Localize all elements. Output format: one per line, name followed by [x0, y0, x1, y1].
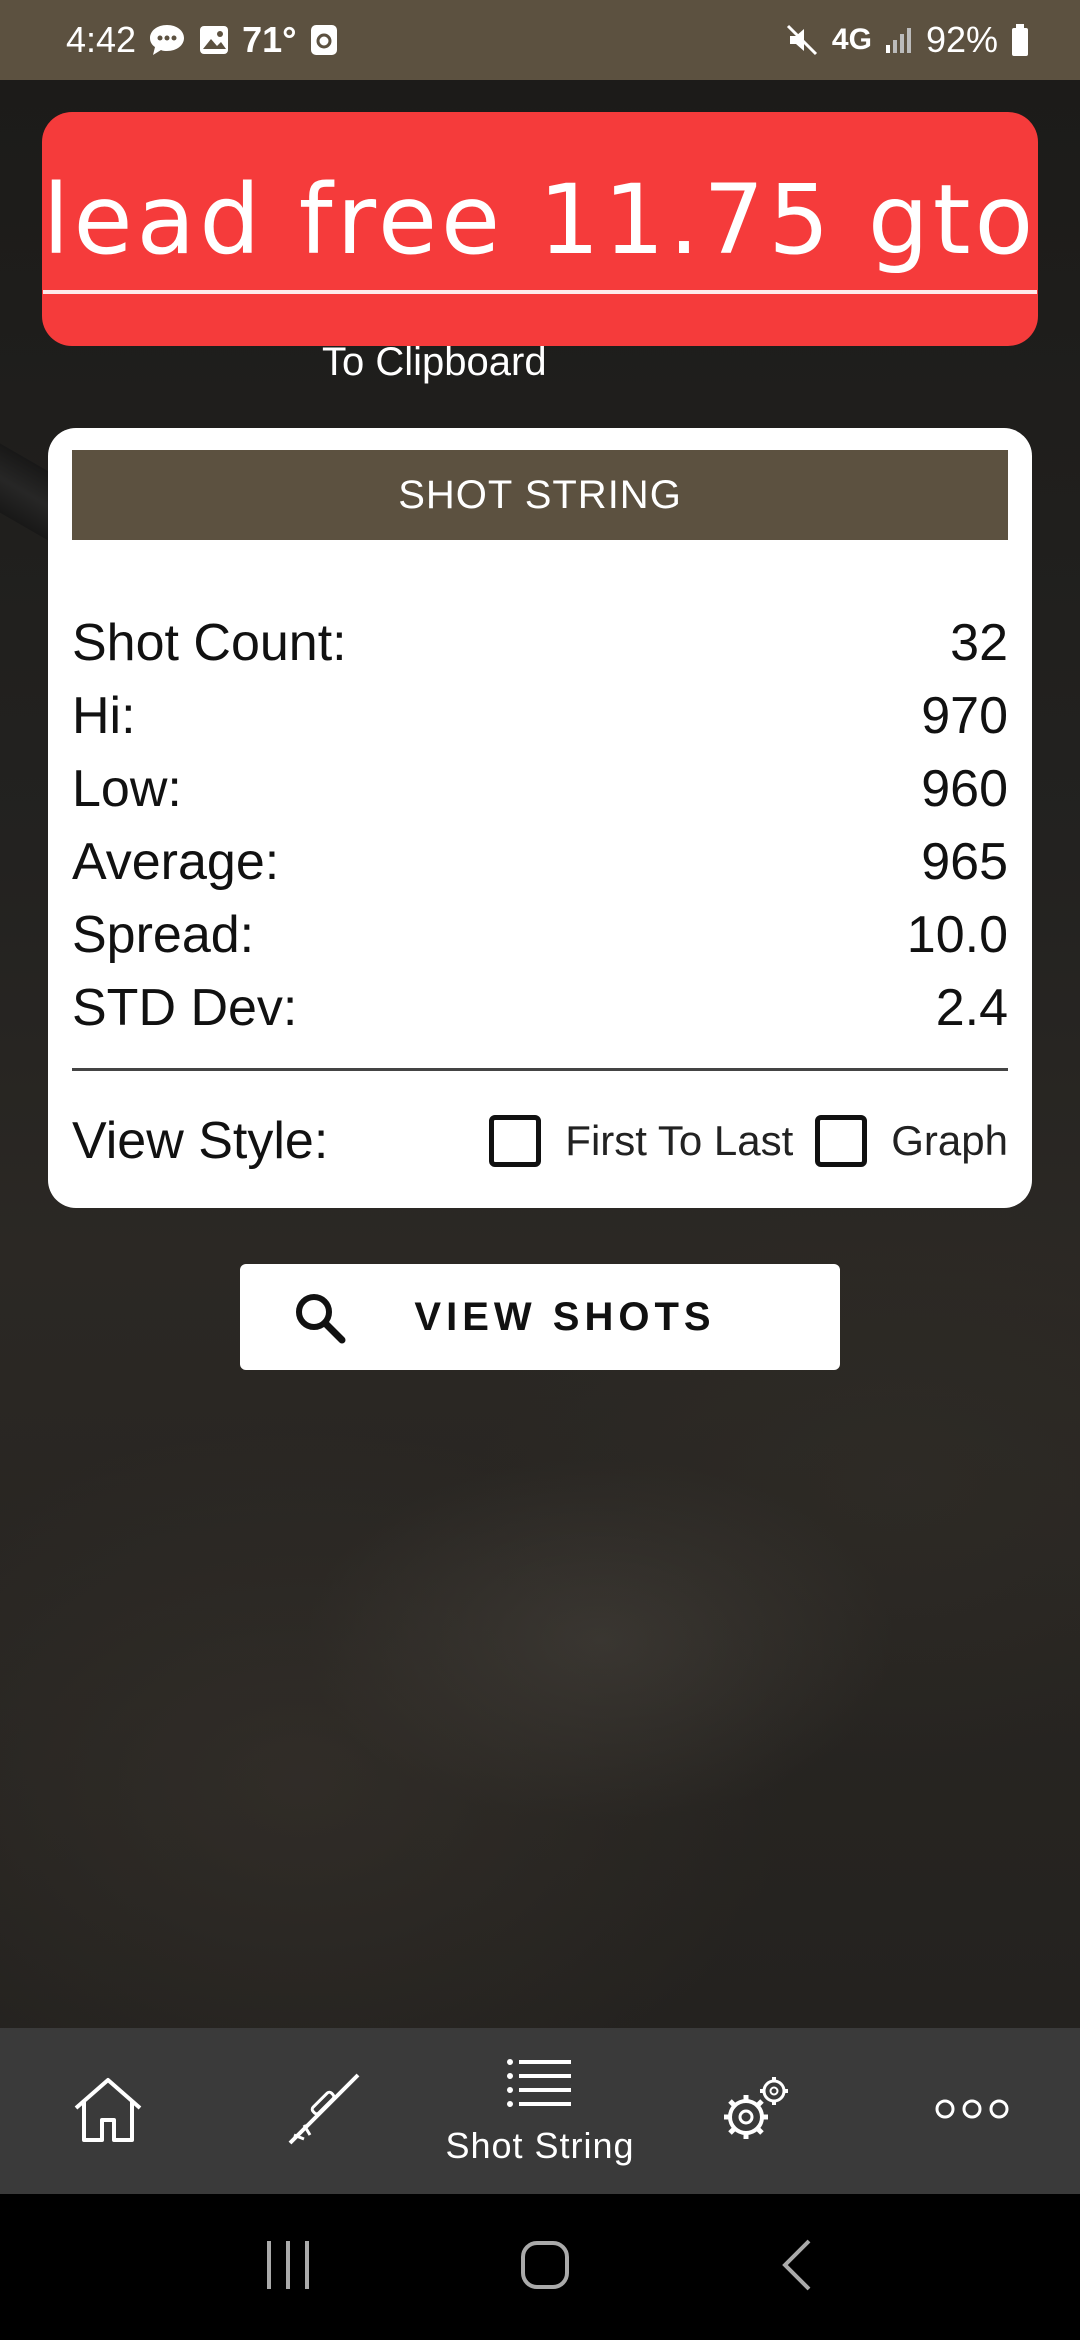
nav-shot-string[interactable]: Shot String	[432, 2028, 648, 2194]
battery-icon	[1010, 23, 1030, 57]
graph-checkbox[interactable]	[815, 1115, 868, 1167]
status-time: 4:42	[66, 19, 137, 60]
stat-label: Low:	[72, 759, 182, 818]
stat-value: 32	[950, 613, 1008, 672]
stat-label: STD Dev:	[72, 978, 298, 1037]
list-icon	[505, 2056, 575, 2115]
rifle-icon	[284, 2069, 364, 2154]
stat-value: 960	[921, 759, 1008, 818]
view-shots-button[interactable]: VIEW SHOTS	[240, 1264, 840, 1370]
more-icon	[934, 2097, 1010, 2126]
app-icon	[309, 23, 339, 57]
stat-row-spread: Spread: 10.0	[72, 898, 1008, 971]
stat-row-low: Low: 960	[72, 752, 1008, 825]
stat-label: Spread:	[72, 905, 255, 964]
graph-label: Graph	[891, 1117, 1008, 1164]
nav-home[interactable]	[0, 2028, 216, 2194]
stat-row-hi: Hi: 970	[72, 679, 1008, 752]
graph-option[interactable]: Graph	[815, 1115, 1008, 1167]
nav-shot-string-label: Shot String	[445, 2124, 635, 2166]
stat-row-shot-count: Shot Count: 32	[72, 606, 1008, 679]
recent-apps-icon[interactable]	[263, 2239, 313, 2296]
nav-settings[interactable]	[648, 2028, 864, 2194]
stat-label: Shot Count:	[72, 613, 347, 672]
signal-icon	[884, 25, 914, 55]
back-icon[interactable]	[777, 2237, 817, 2298]
stat-value: 965	[921, 832, 1008, 891]
stat-value: 10.0	[906, 905, 1008, 964]
shot-string-card: SHOT STRING Shot Count: 32 Hi: 970 Low: …	[48, 428, 1032, 1208]
stat-value: 970	[921, 686, 1008, 745]
nav-more[interactable]	[864, 2028, 1080, 2194]
view-style-label: View Style:	[72, 1112, 329, 1170]
stat-value: 2.4	[935, 978, 1008, 1037]
battery-percent: 92%	[925, 19, 998, 60]
view-shots-label: VIEW SHOTS	[414, 1294, 716, 1339]
stat-row-average: Average: 965	[72, 825, 1008, 898]
bottom-navigation: Shot String	[0, 2028, 1080, 2194]
stats-list: Shot Count: 32 Hi: 970 Low: 960 Average:…	[72, 606, 1008, 1044]
chat-icon	[148, 23, 186, 57]
card-header: SHOT STRING	[72, 450, 1008, 540]
divider	[72, 1068, 1008, 1071]
banner-title: lead free 11.75 gto	[42, 164, 1038, 294]
gears-icon	[716, 2069, 796, 2154]
mute-icon	[784, 22, 820, 58]
stat-label: Average:	[72, 832, 280, 891]
first-to-last-checkbox[interactable]	[489, 1115, 542, 1167]
network-type: 4G	[831, 23, 872, 56]
system-navigation-bar	[0, 2194, 1080, 2340]
status-bar: 4:42 71° 4G 92%	[0, 0, 1080, 80]
first-to-last-label: First To Last	[565, 1117, 794, 1164]
session-name-banner[interactable]: lead free 11.75 gto	[42, 112, 1038, 346]
to-clipboard-link[interactable]: To Clipboard	[322, 340, 547, 385]
first-to-last-option[interactable]: First To Last	[489, 1115, 793, 1167]
stat-label: Hi:	[72, 686, 136, 745]
view-style-row: View Style: First To Last Graph	[72, 1101, 1008, 1181]
home-button-icon[interactable]	[519, 2239, 571, 2296]
home-icon	[70, 2074, 146, 2149]
status-temperature: 71°	[242, 19, 297, 60]
nav-rifle[interactable]	[216, 2028, 432, 2194]
image-icon	[198, 24, 230, 56]
stat-row-std-dev: STD Dev: 2.4	[72, 971, 1008, 1044]
